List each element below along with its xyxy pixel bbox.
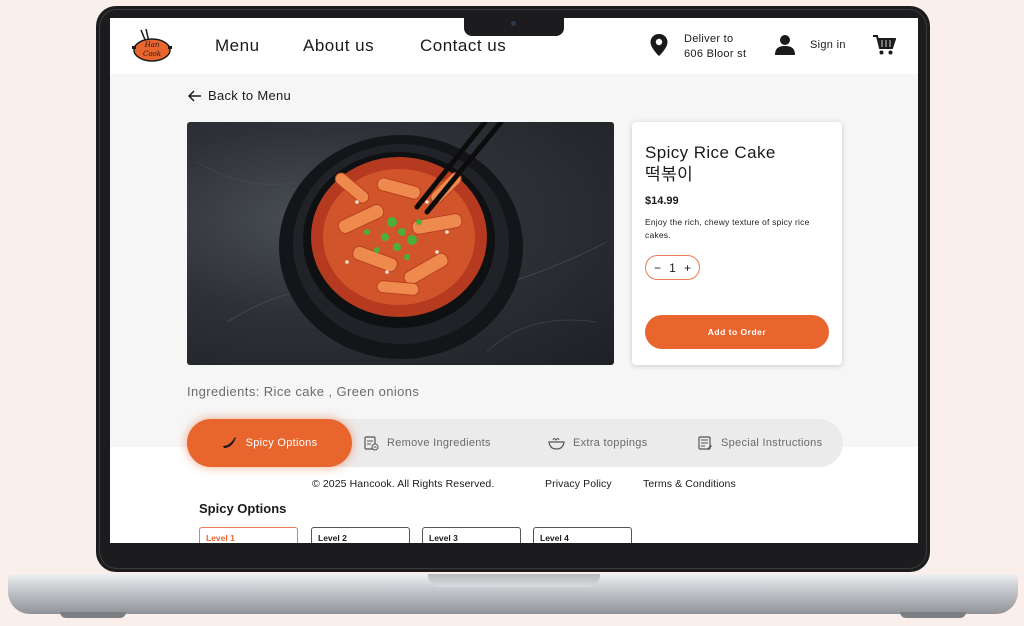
add-to-order-button[interactable]: Add to Order <box>645 315 829 349</box>
notes-icon <box>698 436 712 450</box>
quantity-stepper: − 1 + <box>645 255 700 280</box>
product-name-block: Spicy Rice Cake 떡볶이 <box>645 142 776 186</box>
tab-spicy-options[interactable]: Spicy Options <box>187 419 352 467</box>
plus-icon[interactable]: + <box>684 261 691 275</box>
privacy-policy-link[interactable]: Privacy Policy <box>545 478 612 490</box>
sign-in-link[interactable]: Sign in <box>810 39 846 51</box>
tab-extra-toppings-label: Extra toppings <box>573 437 648 449</box>
back-to-menu-label: Back to Menu <box>208 88 292 103</box>
terms-conditions-link[interactable]: Terms & Conditions <box>643 478 736 490</box>
deliver-label: Deliver to <box>684 33 734 45</box>
nav-menu-link[interactable]: Menu <box>215 36 260 56</box>
tab-spicy-options-label: Spicy Options <box>245 437 318 449</box>
chili-pepper-icon <box>222 437 236 448</box>
product-name: Spicy Rice Cake <box>645 143 776 162</box>
tab-extra-toppings[interactable]: Extra toppings <box>548 419 648 467</box>
deliver-address: 606 Bloor st <box>684 48 747 60</box>
dish-photo <box>187 122 614 365</box>
copyright-text: © 2025 Hancook. All Rights Reserved. <box>312 478 495 490</box>
options-tab-bar: Spicy Options Remove Ingredients Extra t… <box>187 419 843 467</box>
ingredients-text: Ingredients: Rice cake , Green onions <box>187 384 420 399</box>
app-screen: Han Cook Menu About us Contact us Delive… <box>110 18 918 543</box>
camera-dot <box>511 21 516 26</box>
product-name-korean: 떡볶이 <box>645 165 694 184</box>
tab-special-instructions-label: Special Instructions <box>721 437 823 449</box>
svg-text:Han: Han <box>144 41 160 49</box>
hancook-logo[interactable]: Han Cook <box>132 28 172 62</box>
svg-text:Cook: Cook <box>143 50 161 58</box>
tab-special-instructions[interactable]: Special Instructions <box>697 419 822 467</box>
laptop-foot-right <box>900 612 966 618</box>
tab-remove-ingredients-label: Remove Ingredients <box>387 437 491 449</box>
bowl-icon <box>548 438 565 450</box>
product-price: $14.99 <box>645 195 679 207</box>
location-pin-icon <box>650 34 668 56</box>
user-icon[interactable] <box>774 34 796 56</box>
back-to-menu-link[interactable]: Back to Menu <box>188 88 291 103</box>
spicy-level-1-option[interactable]: Level 1 <box>199 527 298 543</box>
arrow-left-icon <box>188 89 201 102</box>
laptop-opening-notch <box>428 574 600 587</box>
nav-about-link[interactable]: About us <box>303 36 374 56</box>
clipboard-icon <box>364 436 379 451</box>
spicy-level-2-option[interactable]: Level 2 <box>311 527 410 543</box>
spicy-level-3-option[interactable]: Level 3 <box>422 527 521 543</box>
minus-icon[interactable]: − <box>654 261 661 275</box>
nav-contact-link[interactable]: Contact us <box>420 36 506 56</box>
laptop-foot-left <box>60 612 126 618</box>
spicy-options-heading: Spicy Options <box>199 501 287 516</box>
deliver-address-text: Deliver to 606 Bloor st <box>684 32 774 62</box>
product-card: Spicy Rice Cake 떡볶이 $14.99 Enjoy the ric… <box>632 122 842 365</box>
product-description: Enjoy the rich, chewy texture of spicy r… <box>645 217 810 240</box>
cart-icon[interactable] <box>872 34 896 56</box>
quantity-value: 1 <box>669 260 676 275</box>
tab-remove-ingredients[interactable]: Remove Ingredients <box>363 419 491 467</box>
spicy-level-4-option[interactable]: Level 4 <box>533 527 632 543</box>
